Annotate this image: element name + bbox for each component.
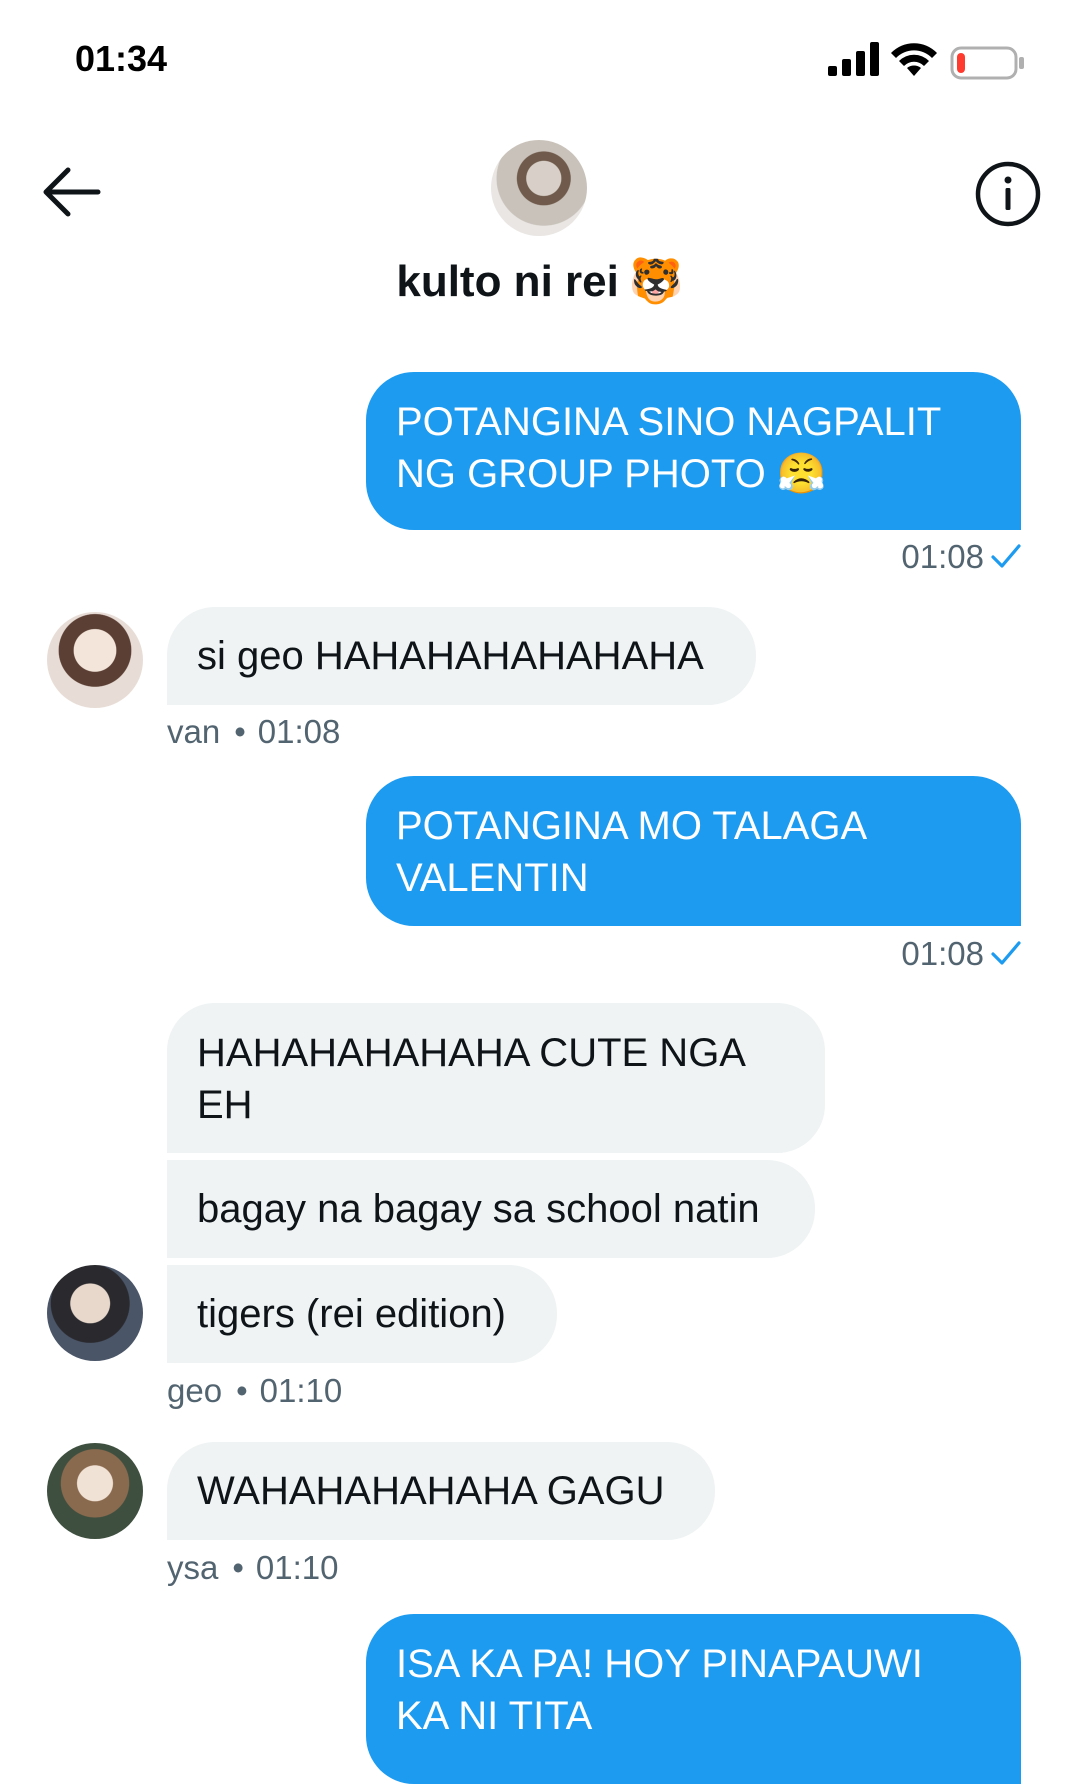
back-arrow-icon[interactable] — [38, 162, 104, 222]
separator-dot: • — [232, 1549, 244, 1586]
tiger-emoji: 🐯 — [628, 257, 684, 306]
message-bubble-received[interactable]: WAHAHAHAHAHA GAGU — [167, 1442, 715, 1540]
sent-check-icon — [991, 544, 1021, 568]
message-bubble-received[interactable]: tigers (rei edition) — [167, 1265, 557, 1363]
message-bubble-received[interactable]: si geo HAHAHAHAHAHAHA — [167, 607, 756, 705]
avatar-geo[interactable] — [47, 1265, 143, 1361]
avatar-ysa[interactable] — [47, 1443, 143, 1539]
message-bubble-received[interactable]: HAHAHAHAHAHA CUTE NGA EH — [167, 1003, 825, 1153]
sender-name: geo — [167, 1372, 223, 1409]
message-meta: 01:08 — [901, 538, 1022, 576]
group-avatar[interactable] — [491, 140, 587, 236]
message-bubble-sent[interactable]: ISA KA PA! HOY PINAPAUWI KA NI TITA — [366, 1614, 1021, 1784]
message-line: VALENTIN — [396, 856, 589, 900]
message-text: si geo HAHAHAHAHAHAHA — [197, 634, 704, 678]
message-text: tigers (rei edition) — [197, 1292, 507, 1336]
cellular-signal-icon — [828, 42, 879, 76]
message-time: 01:08 — [901, 538, 984, 575]
battery-icon — [950, 46, 1024, 80]
message-line: ISA KA PA! HOY PINAPAUWI — [396, 1642, 923, 1686]
message-meta: 01:08 — [901, 935, 1022, 973]
message-meta: ysa • 01:10 — [167, 1549, 339, 1587]
wifi-icon — [891, 43, 937, 76]
sent-check-icon — [991, 941, 1021, 965]
message-bubble-sent[interactable]: POTANGINA SINO NAGPALIT NG GROUP PHOTO 😤 — [366, 372, 1021, 530]
message-line: POTANGINA MO TALAGA — [396, 804, 868, 848]
message-meta: van • 01:08 — [167, 713, 340, 751]
sender-name: van — [167, 713, 221, 750]
separator-dot: • — [236, 1372, 248, 1409]
message-text: WAHAHAHAHAHA GAGU — [197, 1469, 665, 1513]
message-line: NG GROUP PHOTO 😤 — [396, 452, 827, 496]
message-time: 01:08 — [257, 713, 341, 750]
status-bar: 01:34 — [0, 0, 1080, 110]
separator-dot: • — [234, 713, 246, 750]
message-meta: geo • 01:10 — [167, 1372, 342, 1410]
message-line: POTANGINA SINO NAGPALIT — [396, 400, 942, 444]
message-time: 01:10 — [259, 1372, 343, 1409]
sender-name: ysa — [167, 1549, 219, 1586]
message-line: HAHAHAHAHAHA CUTE NGA — [197, 1031, 746, 1075]
message-text: bagay na bagay sa school natin — [197, 1187, 760, 1231]
message-bubble-sent[interactable]: POTANGINA MO TALAGA VALENTIN — [366, 776, 1021, 926]
message-time: 01:08 — [901, 935, 984, 972]
message-bubble-received[interactable]: bagay na bagay sa school natin — [167, 1160, 815, 1258]
message-line: EH — [197, 1083, 253, 1127]
conversation-title[interactable]: kulto ni rei 🐯 — [0, 255, 1080, 307]
message-time: 01:10 — [255, 1549, 339, 1586]
avatar-van[interactable] — [47, 612, 143, 708]
message-line: KA NI TITA — [396, 1694, 593, 1738]
info-icon[interactable] — [974, 160, 1042, 228]
conversation-title-text: kulto ni rei — [396, 257, 619, 306]
status-time: 01:34 — [75, 38, 168, 79]
